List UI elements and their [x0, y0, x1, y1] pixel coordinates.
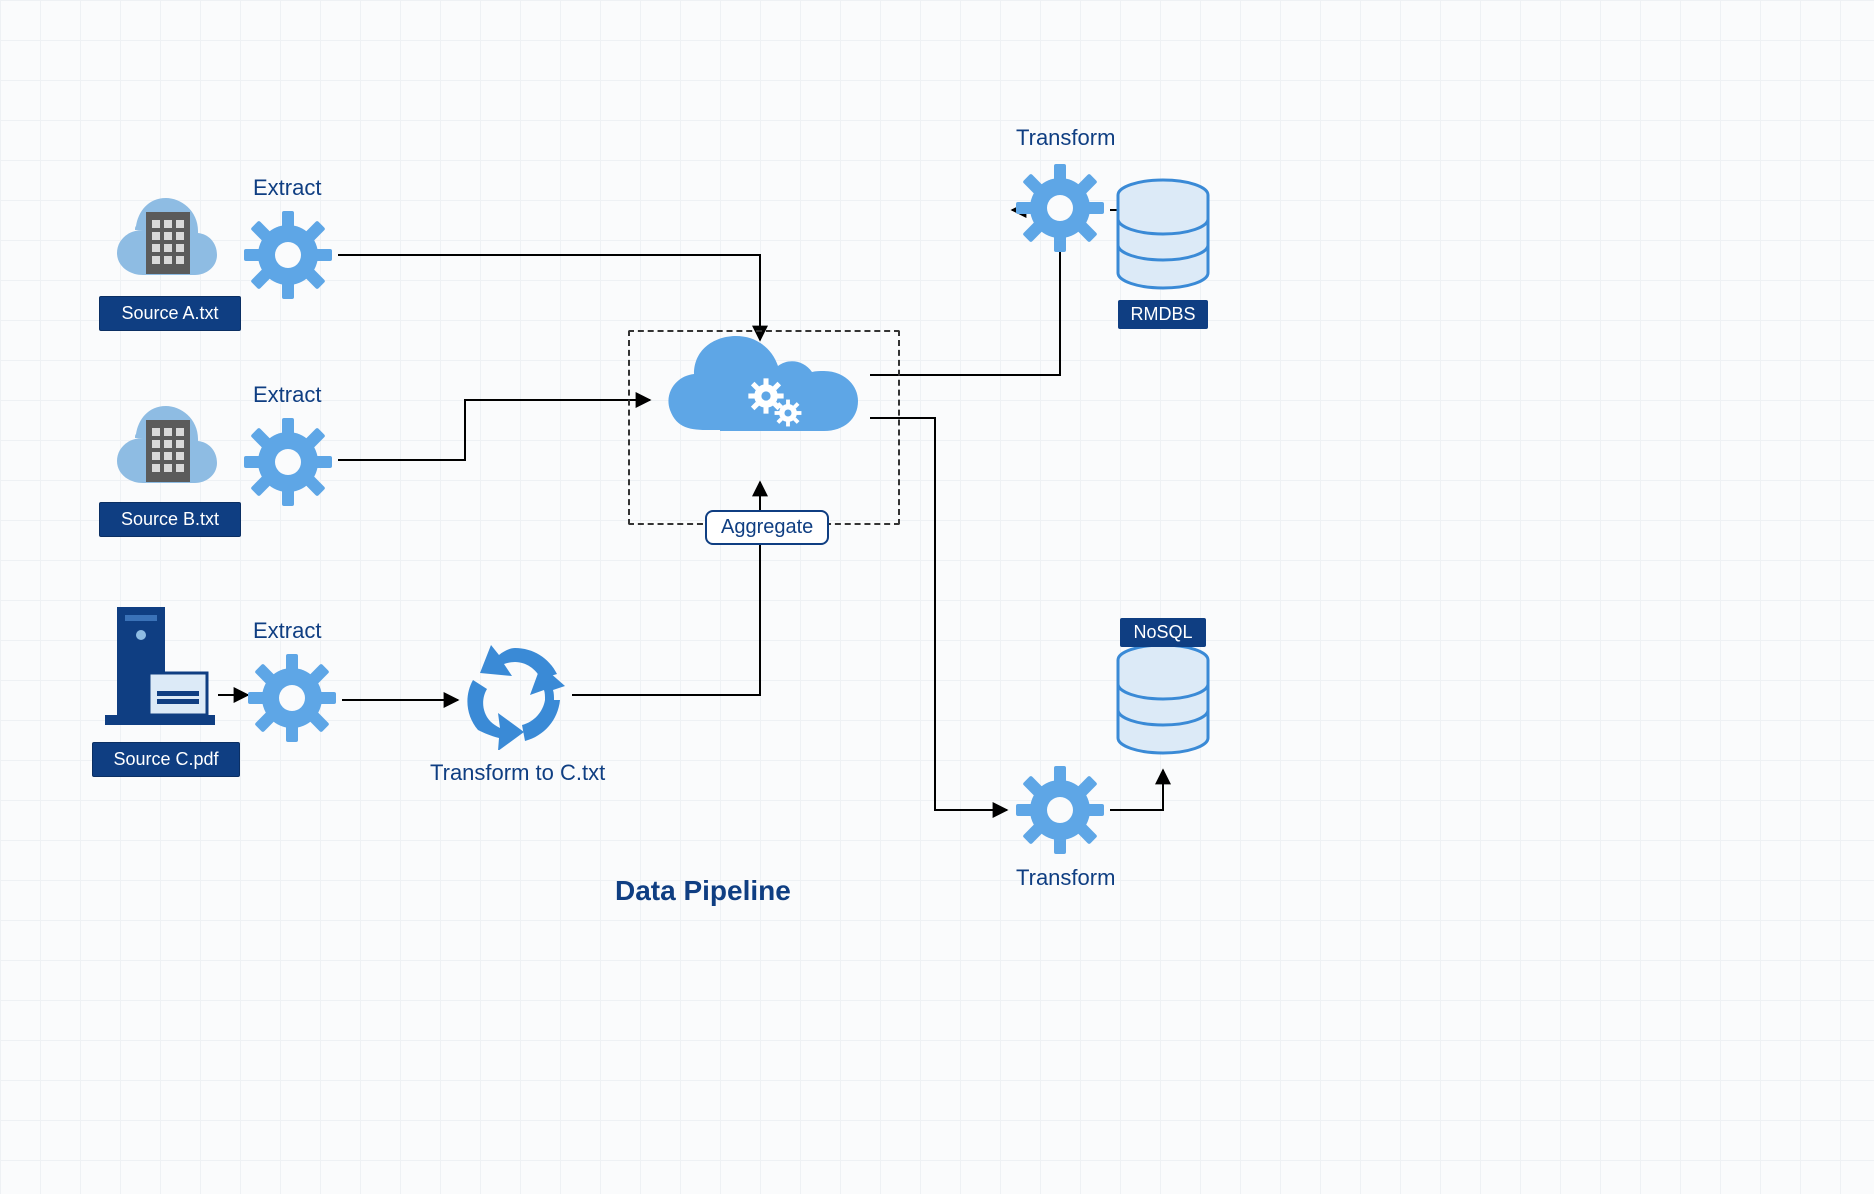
diagram-canvas[interactable]: Data Pipeline Source A.txt Extract: [0, 0, 1874, 1194]
